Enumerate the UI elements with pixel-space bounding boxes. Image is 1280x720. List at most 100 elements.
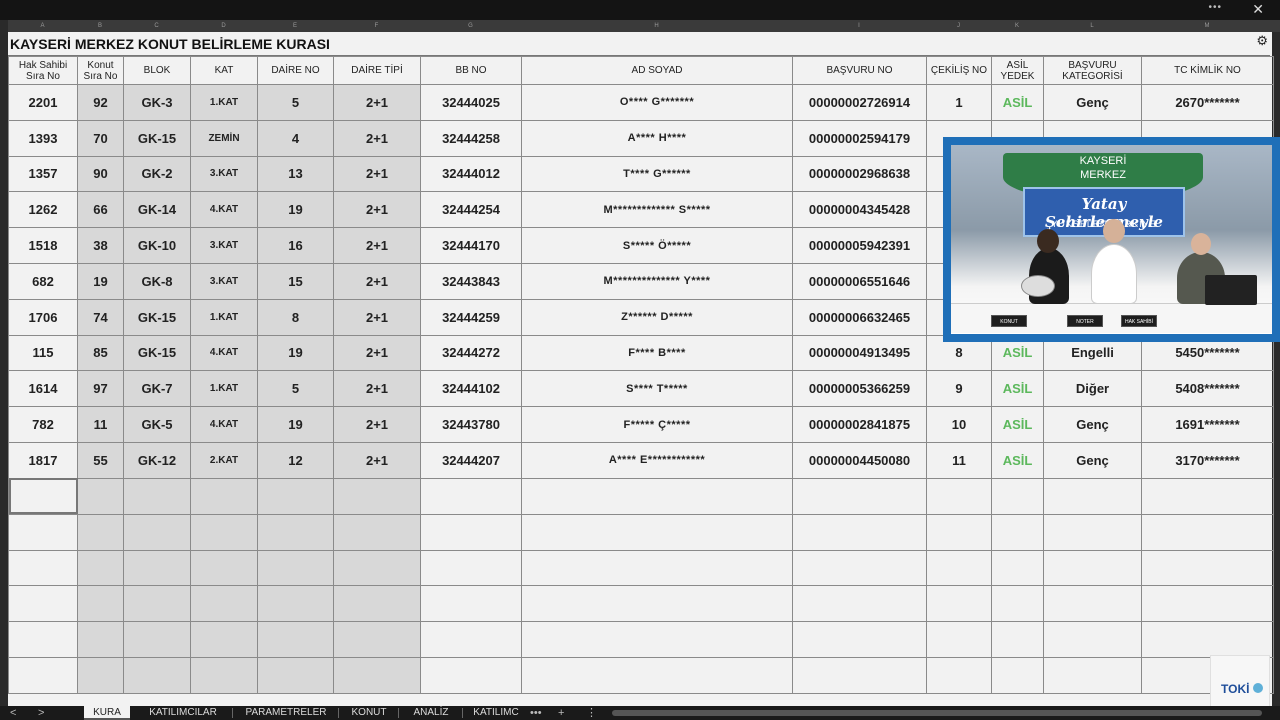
empty-cell[interactable] (257, 657, 334, 695)
cell-bb-no[interactable]: 32444259 (420, 298, 522, 336)
empty-cell[interactable] (190, 549, 258, 587)
cell-ad-soyad[interactable]: F**** B**** (521, 334, 793, 372)
cell-daire-no[interactable]: 15 (257, 262, 334, 300)
empty-cell[interactable] (521, 585, 793, 623)
cell-kat[interactable]: 3.KAT (190, 262, 258, 300)
cell-daire-tipi[interactable]: 2+1 (333, 155, 421, 193)
cell-basvuru-no[interactable]: 00000004345428 (792, 191, 927, 229)
empty-cell[interactable] (8, 549, 78, 587)
empty-cell[interactable] (8, 513, 78, 551)
cell-konut-sira-no[interactable]: 85 (77, 334, 124, 372)
cell-kat[interactable]: 3.KAT (190, 155, 258, 193)
empty-cell[interactable] (333, 585, 421, 623)
empty-cell[interactable] (123, 513, 191, 551)
add-sheet-icon[interactable]: + (558, 706, 564, 720)
cell-bb-no[interactable]: 32444254 (420, 191, 522, 229)
cell-asil-yedek[interactable]: ASİL (991, 84, 1044, 121)
cell-kat[interactable]: 4.KAT (190, 406, 258, 443)
empty-cell[interactable] (190, 513, 258, 551)
empty-cell[interactable] (8, 585, 78, 623)
cell-daire-no[interactable]: 4 (257, 119, 334, 157)
cell-bb-no[interactable]: 32443780 (420, 406, 522, 443)
cell-cekilis-no[interactable]: 11 (926, 441, 992, 479)
cell-kat[interactable]: 3.KAT (190, 227, 258, 264)
cell-daire-tipi[interactable]: 2+1 (333, 84, 421, 121)
cell-basvuru-no[interactable]: 00000002841875 (792, 406, 927, 443)
cell-daire-tipi[interactable]: 2+1 (333, 119, 421, 157)
empty-cell[interactable] (521, 621, 793, 659)
cell-bb-no[interactable]: 32444258 (420, 119, 522, 157)
cell-daire-no[interactable]: 5 (257, 84, 334, 121)
empty-cell[interactable] (190, 585, 258, 623)
cell-hak-sahibi-sira-no[interactable]: 1393 (8, 119, 78, 157)
empty-cell[interactable] (123, 657, 191, 695)
column-letter-b[interactable]: B (77, 20, 123, 32)
empty-cell[interactable] (420, 513, 522, 551)
column-letter-f[interactable]: F (333, 20, 420, 32)
cell-kat[interactable]: 4.KAT (190, 334, 258, 372)
empty-cell[interactable] (1043, 621, 1142, 659)
cell-daire-tipi[interactable]: 2+1 (333, 370, 421, 408)
cell-hak-sahibi-sira-no[interactable]: 115 (8, 334, 78, 372)
empty-cell[interactable] (792, 477, 927, 515)
cell-blok[interactable]: GK-7 (123, 370, 191, 408)
empty-cell[interactable] (926, 621, 992, 659)
cell-basvuru-no[interactable]: 00000004913495 (792, 334, 927, 372)
column-letter-d[interactable]: D (190, 20, 257, 32)
cell-basvuru-kategorisi[interactable]: Genç (1043, 84, 1142, 121)
tab-katilimc[interactable]: KATILIMC (468, 706, 524, 720)
cell-bb-no[interactable]: 32444170 (420, 227, 522, 264)
cell-daire-no[interactable]: 8 (257, 298, 334, 336)
cell-blok[interactable]: GK-5 (123, 406, 191, 443)
cell-tc-kimlik-no[interactable]: 2670******* (1141, 84, 1274, 121)
empty-cell[interactable] (1043, 477, 1142, 515)
cell-daire-tipi[interactable]: 2+1 (333, 191, 421, 229)
empty-cell[interactable] (77, 513, 124, 551)
cell-konut-sira-no[interactable]: 11 (77, 406, 124, 443)
cell-konut-sira-no[interactable]: 66 (77, 191, 124, 229)
cell-basvuru-kategorisi[interactable]: Diğer (1043, 370, 1142, 408)
cell-konut-sira-no[interactable]: 90 (77, 155, 124, 193)
empty-cell[interactable] (991, 513, 1044, 551)
cell-basvuru-no[interactable]: 00000005366259 (792, 370, 927, 408)
empty-cell[interactable] (420, 657, 522, 695)
empty-cell[interactable] (420, 585, 522, 623)
cell-kat[interactable]: ZEMİN (190, 119, 258, 157)
cell-basvuru-no[interactable]: 00000002968638 (792, 155, 927, 193)
cell-blok[interactable]: GK-15 (123, 334, 191, 372)
column-letter-g[interactable]: G (420, 20, 521, 32)
cell-asil-yedek[interactable]: ASİL (991, 441, 1044, 479)
empty-cell[interactable] (257, 477, 334, 515)
cell-ad-soyad[interactable]: A**** H**** (521, 119, 793, 157)
empty-cell[interactable] (521, 477, 793, 515)
cell-daire-tipi[interactable]: 2+1 (333, 406, 421, 443)
cell-konut-sira-no[interactable]: 19 (77, 262, 124, 300)
empty-cell[interactable] (123, 585, 191, 623)
column-letter-k[interactable]: K (991, 20, 1043, 32)
empty-cell[interactable] (991, 657, 1044, 695)
cell-kat[interactable]: 1.KAT (190, 370, 258, 408)
cell-bb-no[interactable]: 32443843 (420, 262, 522, 300)
cell-blok[interactable]: GK-3 (123, 84, 191, 121)
cell-hak-sahibi-sira-no[interactable]: 1706 (8, 298, 78, 336)
empty-cell[interactable] (1141, 585, 1274, 623)
empty-cell[interactable] (1043, 585, 1142, 623)
empty-cell[interactable] (190, 621, 258, 659)
empty-cell[interactable] (792, 585, 927, 623)
close-icon[interactable]: ✕ (1252, 1, 1264, 18)
empty-cell[interactable] (926, 513, 992, 551)
cell-kat[interactable]: 1.KAT (190, 298, 258, 336)
cell-ad-soyad[interactable]: T**** G****** (521, 155, 793, 193)
cell-daire-tipi[interactable]: 2+1 (333, 298, 421, 336)
empty-cell[interactable] (991, 549, 1044, 587)
column-letter-a[interactable]: A (8, 20, 77, 32)
cell-ad-soyad[interactable]: Z****** D***** (521, 298, 793, 336)
cell-ad-soyad[interactable]: F***** Ç***** (521, 406, 793, 443)
cell-hak-sahibi-sira-no[interactable]: 1817 (8, 441, 78, 479)
cell-blok[interactable]: GK-8 (123, 262, 191, 300)
empty-cell[interactable] (926, 477, 992, 515)
empty-cell[interactable] (333, 621, 421, 659)
empty-cell[interactable] (123, 477, 191, 515)
empty-cell[interactable] (1043, 657, 1142, 695)
empty-cell[interactable] (257, 621, 334, 659)
